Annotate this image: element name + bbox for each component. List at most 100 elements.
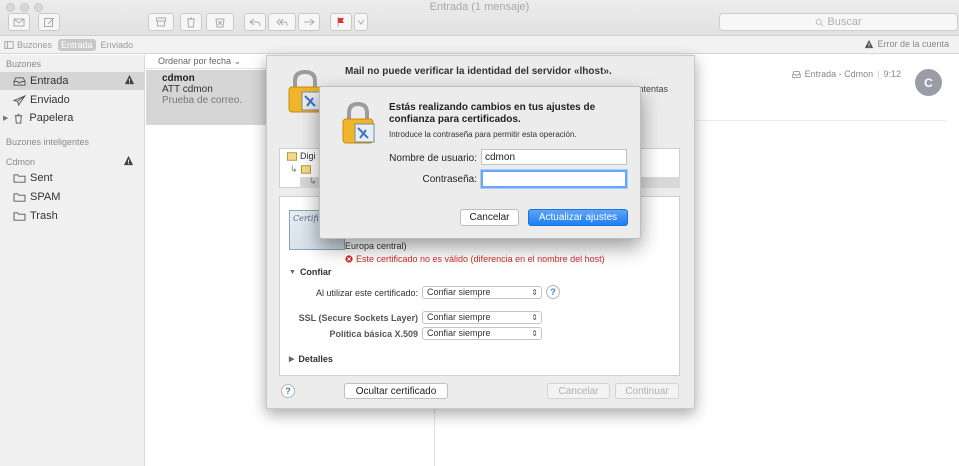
search-field[interactable]: Buscar xyxy=(719,13,958,31)
message-mailbox: Entrada - Cdmon xyxy=(804,69,874,79)
search-placeholder: Buscar xyxy=(827,16,862,28)
certificate-detail-line: Europa central) xyxy=(345,241,407,251)
tree-branch-icon: ↳ xyxy=(309,176,317,186)
sidebar-item-label: Sent xyxy=(30,172,53,184)
trust-disclosure[interactable]: ▼ Confiar xyxy=(289,267,331,277)
avatar: C xyxy=(915,69,942,96)
message-time: 9:12 xyxy=(883,69,901,79)
popup-arrows-icon: ⇕ xyxy=(531,329,538,338)
continue-button[interactable]: Continuar xyxy=(615,383,679,399)
when-using-value: Confiar siempre xyxy=(427,287,491,297)
sidebar-item-sent[interactable]: Enviado xyxy=(0,91,145,109)
fav-mailboxes-button[interactable]: Buzones xyxy=(4,40,52,50)
password-label: Contraseña: xyxy=(422,174,477,185)
sidebar-item-label: Papelera xyxy=(29,112,74,124)
password-field[interactable] xyxy=(481,170,627,188)
chevron-down-icon xyxy=(357,19,365,25)
reply-button[interactable] xyxy=(244,13,266,31)
sheet-help-button[interactable]: ? xyxy=(281,384,295,398)
cert-chain-item[interactable]: ↳ xyxy=(290,164,311,175)
get-mail-button[interactable] xyxy=(8,13,30,31)
paper-plane-icon xyxy=(12,94,26,106)
compose-button[interactable] xyxy=(38,13,60,31)
flag-menu-button[interactable] xyxy=(354,13,368,31)
account-error-label: Error de la cuenta xyxy=(877,39,949,49)
help-button[interactable]: ? xyxy=(546,285,560,299)
cert-chain-item-label: Digi xyxy=(300,151,316,161)
hide-certificate-button[interactable]: Ocultar certificado xyxy=(344,383,448,399)
username-field[interactable] xyxy=(481,149,627,165)
search-icon xyxy=(816,18,824,27)
update-settings-button[interactable]: Actualizar ajustes xyxy=(528,209,628,226)
disclosure-open-icon: ▼ xyxy=(289,268,296,276)
when-using-label: Al utilizar este certificado: xyxy=(315,288,418,298)
archive-button[interactable] xyxy=(148,13,174,31)
error-icon xyxy=(345,255,353,263)
tree-branch-icon: ↳ xyxy=(290,164,298,174)
sidebar-item-account-spam[interactable]: SPAM xyxy=(0,188,145,206)
warning-icon xyxy=(865,39,874,49)
sidebar-item-account-sent[interactable]: Sent xyxy=(0,169,145,187)
sidebar-item-label: SPAM xyxy=(30,191,61,203)
sidebar-item-account-trash[interactable]: Trash xyxy=(0,207,145,225)
favorites-bar: Buzones Entrada Enviado Error de la cuen… xyxy=(0,36,959,54)
sheet-title-right: ntentas xyxy=(638,84,668,94)
chevron-down-icon: ⌄ xyxy=(233,56,242,66)
sidebar-toggle-icon xyxy=(4,40,14,49)
sidebar-item-label: Enviado xyxy=(30,94,70,106)
popup-arrows-icon: ⇕ xyxy=(531,313,538,322)
sidebar-item-trash[interactable]: ▶ Papelera xyxy=(0,109,145,127)
sheet-title: Mail no puede verificar la identidad del… xyxy=(345,66,612,77)
inbox-tray-icon xyxy=(791,70,801,78)
folder-icon xyxy=(12,172,26,184)
folder-icon xyxy=(12,210,26,222)
fav-inbox[interactable]: Entrada xyxy=(58,38,96,51)
envelope-icon xyxy=(13,18,25,27)
x509-label: Política básica X.509 xyxy=(329,329,418,339)
sheet-cancel-button[interactable]: Cancelar xyxy=(547,383,610,399)
flag-button[interactable] xyxy=(330,13,352,31)
account-error[interactable]: Error de la cuenta xyxy=(864,39,949,49)
auth-cancel-button[interactable]: Cancelar xyxy=(460,209,519,226)
sidebar: Buzones Entrada Enviado ▶ Papelera Buzon… xyxy=(0,55,145,466)
reply-all-icon xyxy=(276,18,288,27)
certificate-icon xyxy=(300,165,311,174)
ssl-label: SSL (Secure Sockets Layer) xyxy=(298,313,418,323)
account-warning-icon[interactable] xyxy=(123,155,134,169)
forward-button[interactable] xyxy=(298,13,320,31)
forward-icon xyxy=(304,18,315,26)
when-using-popup[interactable]: Confiar siempre ⇕ xyxy=(422,286,542,299)
warning-icon[interactable] xyxy=(124,74,135,88)
junk-button[interactable] xyxy=(206,13,234,31)
sidebar-item-label: Entrada xyxy=(30,75,69,87)
lock-icon xyxy=(340,101,376,148)
cert-chain-item[interactable]: Digi xyxy=(287,151,316,161)
inbox-tray-icon xyxy=(12,75,26,87)
header-divider xyxy=(676,120,946,121)
disclosure-closed-icon: ▶ xyxy=(289,356,295,363)
ssl-value: Confiar siempre xyxy=(427,312,491,322)
disclosure-triangle-icon[interactable]: ▶ xyxy=(3,114,8,122)
fav-sent[interactable]: Enviado xyxy=(101,40,134,50)
folder-icon xyxy=(12,191,26,203)
sidebar-item-label: Trash xyxy=(30,210,58,222)
trust-label: Confiar xyxy=(299,267,332,277)
sidebar-section-mailboxes: Buzones xyxy=(6,59,42,69)
trash-icon xyxy=(11,112,25,124)
reply-all-button[interactable] xyxy=(268,13,296,31)
details-disclosure[interactable]: ▶ Detalles xyxy=(289,354,333,364)
certificate-icon xyxy=(287,151,297,161)
delete-button[interactable] xyxy=(180,13,202,31)
sidebar-section-smart: Buzones inteligentes xyxy=(6,137,90,147)
authentication-dialog: Estás realizando cambios en tus ajustes … xyxy=(319,86,641,239)
username-label: Nombre de usuario: xyxy=(389,153,477,164)
ssl-popup[interactable]: Confiar siempre ⇕ xyxy=(422,311,542,324)
auth-title: Estás realizando cambios en tus ajustes … xyxy=(389,102,596,125)
sidebar-section-account: Cdmon xyxy=(6,157,36,167)
meta-separator: | xyxy=(877,69,880,79)
window-title: Entrada (1 mensaje) xyxy=(429,1,530,13)
flag-icon xyxy=(337,17,344,27)
x509-popup[interactable]: Confiar siempre ⇕ xyxy=(422,327,542,340)
x509-value: Confiar siempre xyxy=(427,328,491,338)
sidebar-item-inbox[interactable]: Entrada xyxy=(0,72,145,90)
